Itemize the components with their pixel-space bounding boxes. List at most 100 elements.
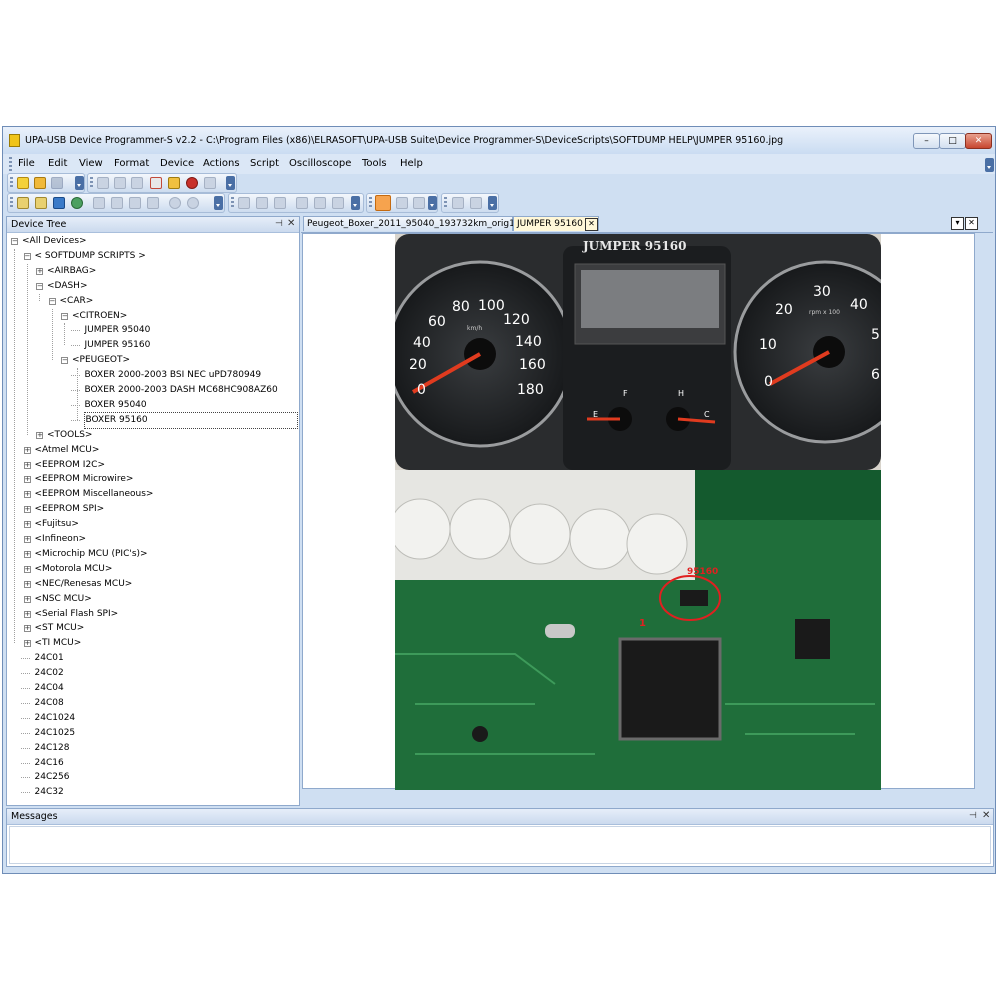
tree-expander-icon[interactable]: + — [23, 536, 31, 543]
bug-icon[interactable] — [186, 177, 198, 189]
tree-expander-icon[interactable]: − — [61, 357, 68, 365]
tree-item[interactable]: BOXER 2000-2003 BSI NEC uPD780949 — [7, 368, 297, 383]
save-icon[interactable] — [51, 177, 63, 189]
tree-item[interactable]: + <Serial Flash SPI> — [7, 607, 297, 622]
document-icon[interactable] — [274, 197, 286, 209]
menu-help[interactable]: Help — [400, 158, 423, 169]
messages-close-icon[interactable]: ✕ — [982, 810, 990, 821]
tree-expander-icon[interactable]: + — [23, 506, 31, 514]
menu-format[interactable]: Format — [114, 158, 149, 169]
tree-item[interactable]: 24C1024 — [7, 711, 297, 726]
new-file-icon[interactable] — [17, 177, 29, 189]
tree-expander-icon[interactable]: + — [36, 267, 43, 275]
tree-item[interactable]: 24C16 — [7, 756, 297, 771]
tree-item[interactable]: 24C02 — [7, 666, 297, 681]
last-icon[interactable] — [147, 197, 159, 209]
tree-expander-icon[interactable]: + — [23, 446, 31, 454]
close-icon[interactable]: ✕ — [287, 218, 295, 229]
minimize-button[interactable]: – — [913, 133, 940, 149]
pin-icon[interactable]: ⊣ — [275, 219, 283, 229]
refresh-icon[interactable] — [169, 197, 181, 209]
tree-expander-icon[interactable]: + — [23, 461, 31, 469]
select-icon[interactable] — [396, 197, 408, 209]
messages-pin-icon[interactable]: ⊣ — [969, 811, 977, 821]
tree-expander-icon[interactable]: + — [23, 521, 31, 529]
menu-device[interactable]: Device — [160, 158, 194, 169]
tree-expander-icon[interactable]: + — [36, 431, 43, 439]
tree-item[interactable]: − <PEUGEOT> — [7, 353, 297, 368]
tree-item[interactable]: BOXER 95040 — [7, 398, 297, 413]
paste-icon[interactable] — [131, 177, 143, 189]
tree-item[interactable]: 24C01 — [7, 651, 297, 666]
tree-item[interactable]: − <CITROEN> — [7, 309, 297, 324]
tree-expander-icon[interactable]: + — [23, 476, 31, 484]
tree-expander-icon[interactable]: + — [23, 550, 31, 558]
tree-item[interactable]: 24C08 — [7, 696, 297, 711]
cut-icon[interactable] — [97, 177, 109, 189]
tree-expander-icon[interactable]: + — [23, 595, 31, 603]
tree-item[interactable]: 24C32 — [7, 785, 297, 800]
stop-icon[interactable] — [470, 197, 482, 209]
menu-edit[interactable]: Edit — [48, 158, 67, 169]
tab-close-icon[interactable]: ✕ — [585, 218, 598, 231]
pencil-icon[interactable] — [35, 197, 47, 209]
page-icon[interactable] — [238, 197, 250, 209]
tree-expander-icon[interactable]: − — [36, 282, 43, 290]
tree-item[interactable]: + <Fujitsu> — [7, 517, 297, 532]
edit-document-icon[interactable] — [150, 177, 162, 189]
toolbar-script-dropdown[interactable] — [428, 196, 437, 210]
open-folder-icon[interactable] — [34, 177, 46, 189]
tree-item[interactable]: JUMPER 95160 — [7, 338, 297, 353]
properties-icon[interactable] — [168, 177, 180, 189]
tree-expander-icon[interactable]: − — [23, 252, 31, 260]
first-icon[interactable] — [93, 197, 105, 209]
toolbar-run-dropdown[interactable] — [488, 196, 497, 210]
transfer-icon[interactable] — [413, 197, 425, 209]
tree-item[interactable]: 24C128 — [7, 741, 297, 756]
tree-item[interactable]: 24C1025 — [7, 726, 297, 741]
menu-tools[interactable]: Tools — [362, 158, 387, 169]
tree-expander-icon[interactable]: + — [23, 625, 31, 633]
settings-icon[interactable] — [187, 197, 199, 209]
close-button[interactable]: ✕ — [965, 133, 992, 149]
probe-icon[interactable] — [17, 197, 29, 209]
tab-list-icon[interactable]: ▾ — [951, 217, 964, 230]
magnifier-icon[interactable] — [53, 197, 65, 209]
tree-item[interactable]: + <Microchip MCU (PIC's)> — [7, 547, 297, 562]
toolbar-edit-dropdown[interactable] — [226, 176, 235, 190]
table-icon[interactable] — [314, 197, 326, 209]
tree-item[interactable]: JUMPER 95040 — [7, 323, 297, 338]
tree-expander-icon[interactable]: + — [23, 580, 31, 588]
page-view-icon[interactable] — [256, 197, 268, 209]
copy-icon[interactable] — [114, 177, 126, 189]
tree-item[interactable]: BOXER 2000-2003 DASH MC68HC908AZ60 — [7, 383, 297, 398]
tree-item[interactable]: + <NSC MCU> — [7, 592, 297, 607]
list-icon[interactable] — [332, 197, 344, 209]
tab-jumper-95160[interactable]: JUMPER 95160 ✕ — [513, 216, 599, 231]
tree-item[interactable]: + <TOOLS> — [7, 428, 297, 443]
tree-item[interactable]: BOXER 95160 — [7, 411, 298, 429]
tree-expander-icon[interactable]: − — [61, 312, 68, 320]
menu-overflow-button[interactable] — [985, 158, 994, 172]
tree-expander-icon[interactable]: + — [23, 610, 31, 618]
tree-item[interactable]: + <EEPROM SPI> — [7, 502, 297, 517]
tree-item[interactable]: + <Atmel MCU> — [7, 443, 297, 458]
tree-item[interactable]: − <DASH> — [7, 279, 297, 294]
tree-item[interactable]: + <Infineon> — [7, 532, 297, 547]
maximize-button[interactable]: □ — [939, 133, 966, 149]
menu-file[interactable]: File — [18, 158, 35, 169]
tree-item[interactable]: 24C256 — [7, 770, 297, 785]
tree-expander-icon[interactable]: + — [23, 565, 31, 573]
menu-view[interactable]: View — [79, 158, 103, 169]
tree-item[interactable]: + <EEPROM Microwire> — [7, 472, 297, 487]
grid-icon[interactable] — [296, 197, 308, 209]
toolbar-view-dropdown[interactable] — [351, 196, 360, 210]
toolbar-file-dropdown[interactable] — [75, 176, 84, 190]
previous-icon[interactable] — [111, 197, 123, 209]
tree-item[interactable]: + <EEPROM I2C> — [7, 458, 297, 473]
tree-expander-icon[interactable]: + — [23, 491, 31, 499]
tab-peugeot-bin[interactable]: Peugeot_Boxer_2011_95040_193732km_orig1.… — [303, 216, 532, 231]
tree-item[interactable]: − <CAR> — [7, 294, 297, 309]
tree-item[interactable]: + <AIRBAG> — [7, 264, 297, 279]
move-icon[interactable] — [71, 197, 83, 209]
